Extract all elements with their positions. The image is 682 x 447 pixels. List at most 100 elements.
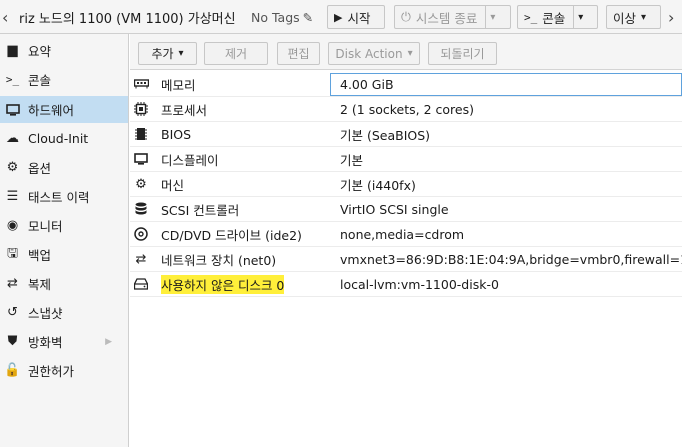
sidebar-item-label: 방화벽 [28,335,63,350]
unlock-icon: 🔓 [4,363,21,378]
sidebar-item-summary[interactable]: ▆ 요약 [0,37,128,64]
cdrom-icon [133,227,149,241]
sidebar-item-replication[interactable]: ⇄ 복제 [0,270,128,297]
sidebar-item-console[interactable]: >_ 콘솔 [0,66,128,93]
hardware-row-cdrom[interactable]: CD/DVD 드라이브 (ide2) none,media=cdrom [130,222,682,247]
chevron-down-icon: ▾ [641,11,647,23]
chevron-down-icon: ▾ [178,48,184,59]
hardware-value: none,media=cdrom [340,226,465,242]
hardware-key: 사용하지 않은 디스크 0 [161,274,285,294]
tags-label: No Tags [251,9,300,25]
play-icon: ▶ [334,10,343,24]
exchange-icon: ⇄ [135,251,147,267]
hardware-key: 메모리 [161,77,196,93]
retweet-icon: ⇄ [7,276,18,291]
hardware-row-bios[interactable]: BIOS 기본 (SeaBIOS) [130,122,682,147]
console-dropdown-icon[interactable]: ▾ [573,6,583,28]
add-button[interactable]: 추가 ▾ [138,42,197,65]
chevron-right-icon[interactable]: › [668,5,674,29]
hardware-key: BIOS [161,126,192,142]
summary-icon: ▆ [7,43,18,58]
power-icon: ⏻ [401,9,411,24]
floppy-icon: 🖫 [6,245,19,261]
sidebar-item-backup[interactable]: 🖫 백업 [0,241,128,268]
tags-button[interactable]: No Tags ✎ [251,5,313,29]
console-icon: >_ [5,73,20,86]
hardware-toolbar: 추가 ▾ 제거 편집 Disk Action ▾ 되돌리기 [130,34,682,70]
sidebar-item-label: 백업 [28,248,52,263]
console-button[interactable]: >_ 콘솔 ▾ [517,5,598,29]
sidebar-item-label: 태스트 이력 [28,190,90,205]
hardware-row-memory[interactable]: 메모리 4.00 GiB [130,72,682,97]
revert-button[interactable]: 되돌리기 [428,42,497,65]
sidebar-item-label: 모니터 [28,219,63,234]
remove-label: 제거 [224,47,248,61]
hardware-row-network[interactable]: ⇄ 네트워크 장치 (net0) vmxnet3=86:9D:B8:1E:04:… [130,247,682,272]
monitor-icon [5,103,20,116]
edit-label: 편집 [287,47,310,61]
hardware-row-display[interactable]: 디스플레이 기본 [130,147,682,172]
start-label: 시작 [347,10,371,26]
pencil-icon: ✎ [302,9,314,25]
remove-button[interactable]: 제거 [204,42,268,65]
cloud-icon: ☁ [6,131,19,146]
sidebar-item-label: 하드웨어 [28,103,75,118]
revert-label: 되돌리기 [440,47,485,61]
chevron-down-icon: ▾ [407,48,413,59]
hardware-row-processor[interactable]: 프로세서 2 (1 sockets, 2 cores) [130,97,682,122]
hardware-key: 디스플레이 [161,152,219,168]
shutdown-button[interactable]: ⏻ 시스템 종료 ▾ [394,5,511,29]
cogs-icon: ⚙ [135,176,147,192]
sidebar-item-label: 스냅샷 [28,306,63,321]
terminal-icon: >_ [524,10,538,24]
hardware-value: 기본 [340,152,364,168]
history-icon: ↺ [7,305,18,320]
chip-icon [133,127,149,141]
hardware-value: VirtIO SCSI single [340,201,449,217]
sidebar-item-label: 권한허가 [28,364,75,379]
sidebar-item-task-history[interactable]: ☰ 태스트 이력 [0,183,128,210]
sidebar-item-permissions[interactable]: 🔓 권한허가 [0,357,128,384]
hardware-row-scsi-controller[interactable]: SCSI 컨트롤러 VirtIO SCSI single [130,197,682,222]
sidebar-item-label: Cloud-Init [28,131,89,146]
hardware-key: CD/DVD 드라이브 (ide2) [161,227,302,243]
shutdown-dropdown-icon[interactable]: ▾ [485,6,495,28]
memory-icon [133,79,149,89]
sidebar-item-monitor[interactable]: ◉ 모니터 [0,212,128,239]
sidebar-item-label: 요약 [28,44,52,59]
hardware-value: 2 (1 sockets, 2 cores) [340,101,474,117]
more-button[interactable]: 이상 ▾ [606,5,661,29]
hardware-value: vmxnet3=86:9D:B8:1E:04:9A,bridge=vmbr0,f… [340,251,682,267]
sidebar: ▆ 요약 >_ 콘솔 하드웨어 ☁ Cloud-Init ⚙ 옵션 ☰ 태스트 … [0,34,129,447]
start-button[interactable]: ▶ 시작 [327,5,385,29]
cpu-icon [133,102,149,116]
sidebar-item-firewall[interactable]: ⛊ 방화벽 ▶ [0,328,128,355]
desktop-icon [133,153,149,165]
hdd-icon [133,278,149,290]
page-title: riz 노드의 1100 (VM 1100) 가상머신 [19,11,236,27]
hardware-key: 머신 [161,177,185,193]
hardware-row-machine[interactable]: ⚙ 머신 기본 (i440fx) [130,172,682,197]
chevron-left-icon[interactable]: ‹ [2,5,8,29]
sidebar-item-hardware[interactable]: 하드웨어 [0,96,128,123]
hardware-key: 네트워크 장치 (net0) [161,252,277,268]
sidebar-item-label: 옵션 [28,161,52,176]
gear-icon: ⚙ [6,160,19,175]
hardware-value: local-lvm:vm-1100-disk-0 [340,276,499,292]
shutdown-label: 시스템 종료 [415,10,478,26]
shield-icon: ⛊ [7,334,18,349]
sidebar-item-cloud-init[interactable]: ☁ Cloud-Init [0,125,128,152]
hardware-row-unused-disk[interactable]: 사용하지 않은 디스크 0 local-lvm:vm-1100-disk-0 [130,272,682,297]
add-label: 추가 [151,47,174,61]
edit-button[interactable]: 편집 [277,42,320,65]
disk-action-button[interactable]: Disk Action ▾ [328,42,420,65]
eye-icon: ◉ [6,218,19,233]
hardware-key: 프로세서 [161,102,208,118]
sidebar-item-label: 복제 [28,277,52,292]
sidebar-item-options[interactable]: ⚙ 옵션 [0,154,128,181]
hardware-value: 기본 (SeaBIOS) [340,127,431,143]
more-label: 이상 [613,10,637,26]
hardware-value: 기본 (i440fx) [340,177,416,193]
sidebar-item-snapshots[interactable]: ↺ 스냅샷 [0,299,128,326]
top-bar: ‹ riz 노드의 1100 (VM 1100) 가상머신 No Tags ✎ … [0,0,682,34]
